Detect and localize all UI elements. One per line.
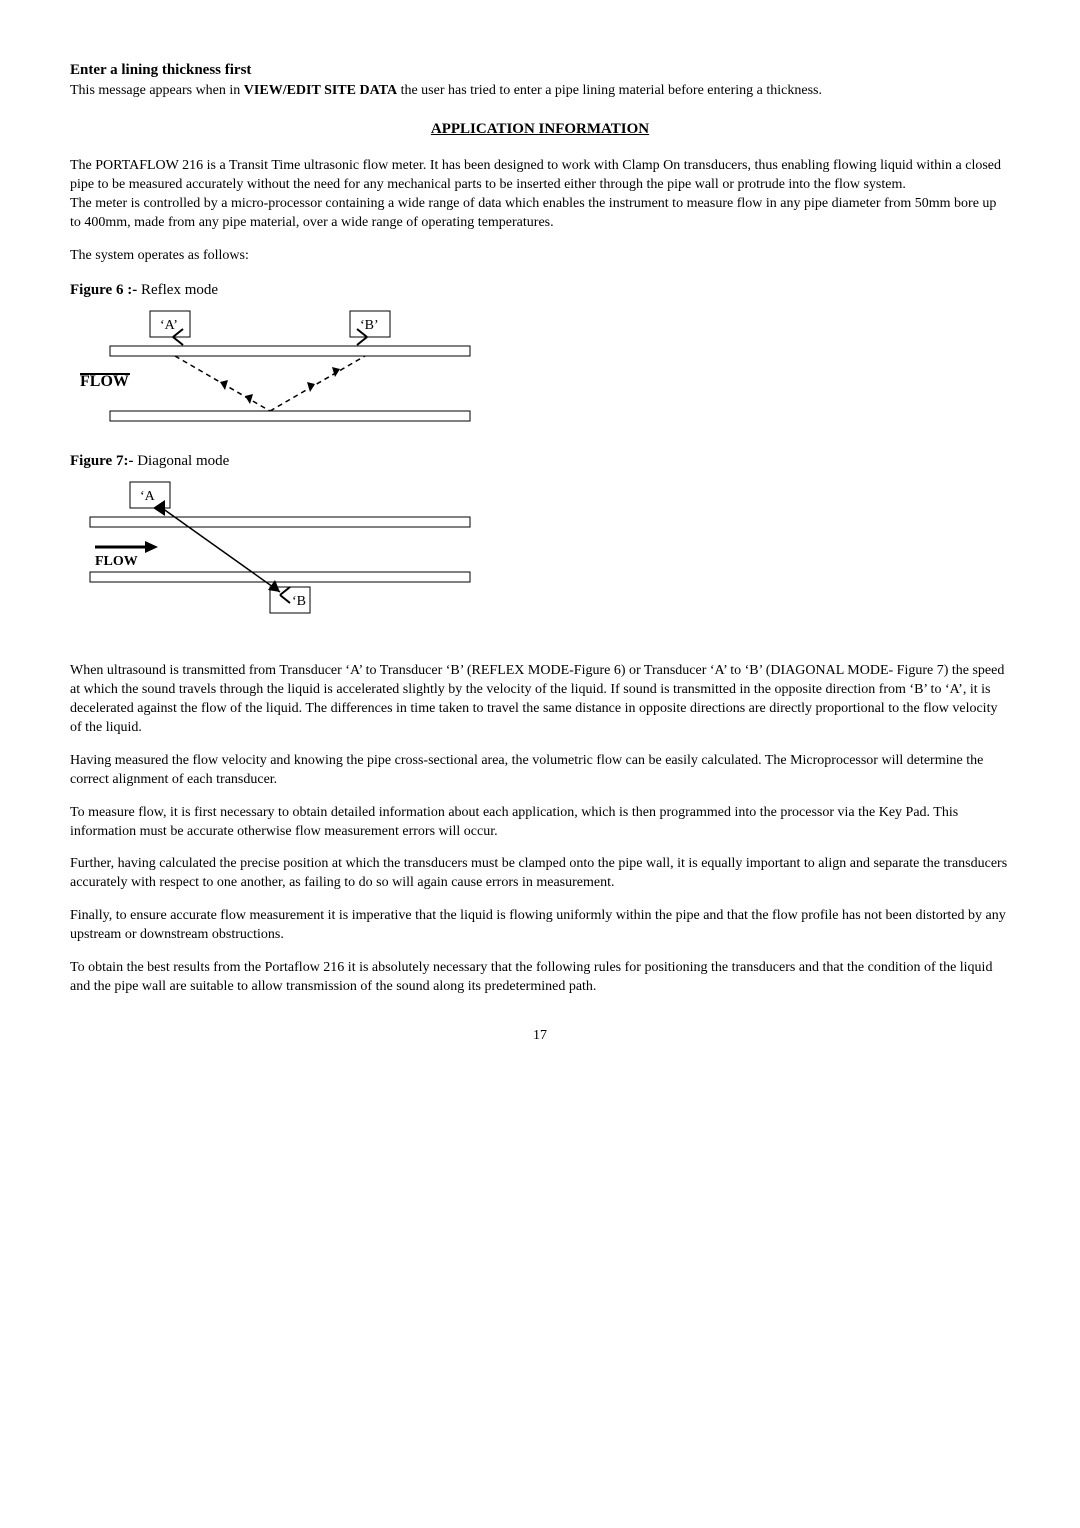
fig6-flow-label: FLOW xyxy=(80,373,129,390)
text-bold-viewedit: VIEW/EDIT SITE DATA xyxy=(244,83,397,98)
fig7-label-a: ‘A xyxy=(140,489,156,504)
figure6-caption: Figure 6 :- Reflex mode xyxy=(70,280,1010,300)
figure6-label: Figure 6 :- xyxy=(70,282,137,298)
section-title: APPLICATION INFORMATION xyxy=(70,119,1010,139)
figure6-desc: Reflex mode xyxy=(137,282,218,298)
page-number: 17 xyxy=(70,1027,1010,1046)
paragraph-accurate: Finally, to ensure accurate flow measure… xyxy=(70,907,1010,945)
paragraph-msg: This message appears when in VIEW/EDIT S… xyxy=(70,82,1010,101)
text-plain: the user has tried to enter a pipe linin… xyxy=(397,83,822,98)
fig7-flow-label: FLOW xyxy=(95,554,138,569)
figure7-desc: Diagonal mode xyxy=(133,453,229,469)
figure6-diagram: ‘A’ ‘B’ FLOW xyxy=(70,306,1010,431)
paragraph-position: Further, having calculated the precise p… xyxy=(70,855,1010,893)
fig6-label-b: ‘B’ xyxy=(360,318,379,333)
figure7-diagram: ‘A FLOW ‘B xyxy=(70,477,1010,622)
heading-enter-lining: Enter a lining thickness first xyxy=(70,60,1010,80)
figure7-caption: Figure 7:- Diagonal mode xyxy=(70,451,1010,471)
paragraph-ultrasound: When ultrasound is transmitted from Tran… xyxy=(70,662,1010,738)
figure7-label: Figure 7:- xyxy=(70,453,133,469)
paragraph-measure-flow: To measure flow, it is first necessary t… xyxy=(70,804,1010,842)
paragraph-intro2: The meter is controlled by a micro-proce… xyxy=(70,195,1010,233)
paragraph-velocity: Having measured the flow velocity and kn… xyxy=(70,752,1010,790)
fig7-label-b: ‘B xyxy=(292,594,306,609)
fig6-label-a: ‘A’ xyxy=(160,318,178,333)
paragraph-system-op: The system operates as follows: xyxy=(70,247,1010,266)
paragraph-intro1: The PORTAFLOW 216 is a Transit Time ultr… xyxy=(70,157,1010,195)
text-plain: This message appears when in xyxy=(70,83,244,98)
paragraph-best-results: To obtain the best results from the Port… xyxy=(70,959,1010,997)
